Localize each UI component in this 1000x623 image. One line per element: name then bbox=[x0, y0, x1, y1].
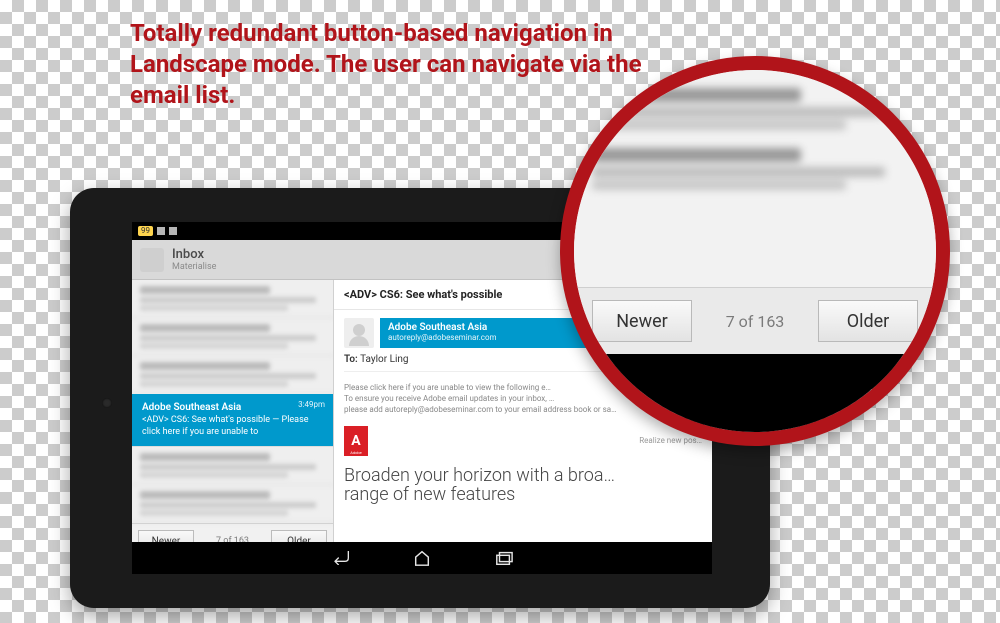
email-body-headline: Broaden your horizon with a broa… range … bbox=[334, 462, 712, 506]
email-list[interactable]: Adobe Southeast Asia <ADV> CS6: See what… bbox=[132, 280, 334, 542]
list-item[interactable] bbox=[132, 318, 333, 356]
sender-name: Adobe Southeast Asia bbox=[142, 402, 323, 413]
avatar bbox=[344, 318, 374, 348]
adobe-logo-icon: AAdobe bbox=[344, 426, 368, 456]
adobe-label: Adobe bbox=[350, 450, 362, 455]
status-icon bbox=[157, 227, 165, 235]
older-button[interactable]: Older bbox=[271, 530, 327, 542]
time-label: 3:49pm bbox=[298, 400, 325, 409]
list-item[interactable] bbox=[132, 447, 333, 485]
newer-button[interactable]: Newer bbox=[592, 300, 692, 342]
home-icon[interactable] bbox=[411, 548, 433, 568]
status-icon bbox=[169, 227, 177, 235]
newer-button[interactable]: Newer bbox=[138, 530, 194, 542]
magnifier-nav-row: Newer 7 of 163 Older bbox=[574, 287, 936, 354]
list-item[interactable] bbox=[132, 280, 333, 318]
to-value: Taylor Ling bbox=[360, 354, 408, 365]
list-item-selected[interactable]: Adobe Southeast Asia <ADV> CS6: See what… bbox=[132, 394, 333, 447]
realize-text: Realize new pos… bbox=[639, 436, 702, 445]
inbox-title: Inbox bbox=[172, 247, 216, 262]
list-nav-row: Newer 7 of 163 Older bbox=[132, 523, 333, 542]
magnifier-blurred-list bbox=[574, 70, 936, 287]
recents-icon[interactable] bbox=[493, 548, 515, 568]
to-label: To: bbox=[344, 354, 358, 365]
app-title-block: Inbox Materialise bbox=[172, 247, 216, 272]
back-icon[interactable] bbox=[854, 376, 898, 410]
account-name: Materialise bbox=[172, 262, 216, 272]
page-counter: 7 of 163 bbox=[726, 312, 785, 331]
subject-preview: <ADV> CS6: See what's possible — Please … bbox=[142, 415, 323, 438]
list-item[interactable] bbox=[132, 485, 333, 523]
back-icon[interactable] bbox=[329, 548, 351, 568]
magnifier-callout: Newer 7 of 163 Older bbox=[560, 56, 950, 446]
list-item[interactable] bbox=[132, 356, 333, 394]
front-camera bbox=[102, 398, 112, 408]
notification-badge: 99 bbox=[138, 226, 153, 236]
android-nav-bar bbox=[132, 542, 712, 574]
older-button[interactable]: Older bbox=[818, 300, 918, 342]
app-icon[interactable] bbox=[140, 248, 164, 272]
magnifier-nav-bar bbox=[574, 354, 936, 432]
